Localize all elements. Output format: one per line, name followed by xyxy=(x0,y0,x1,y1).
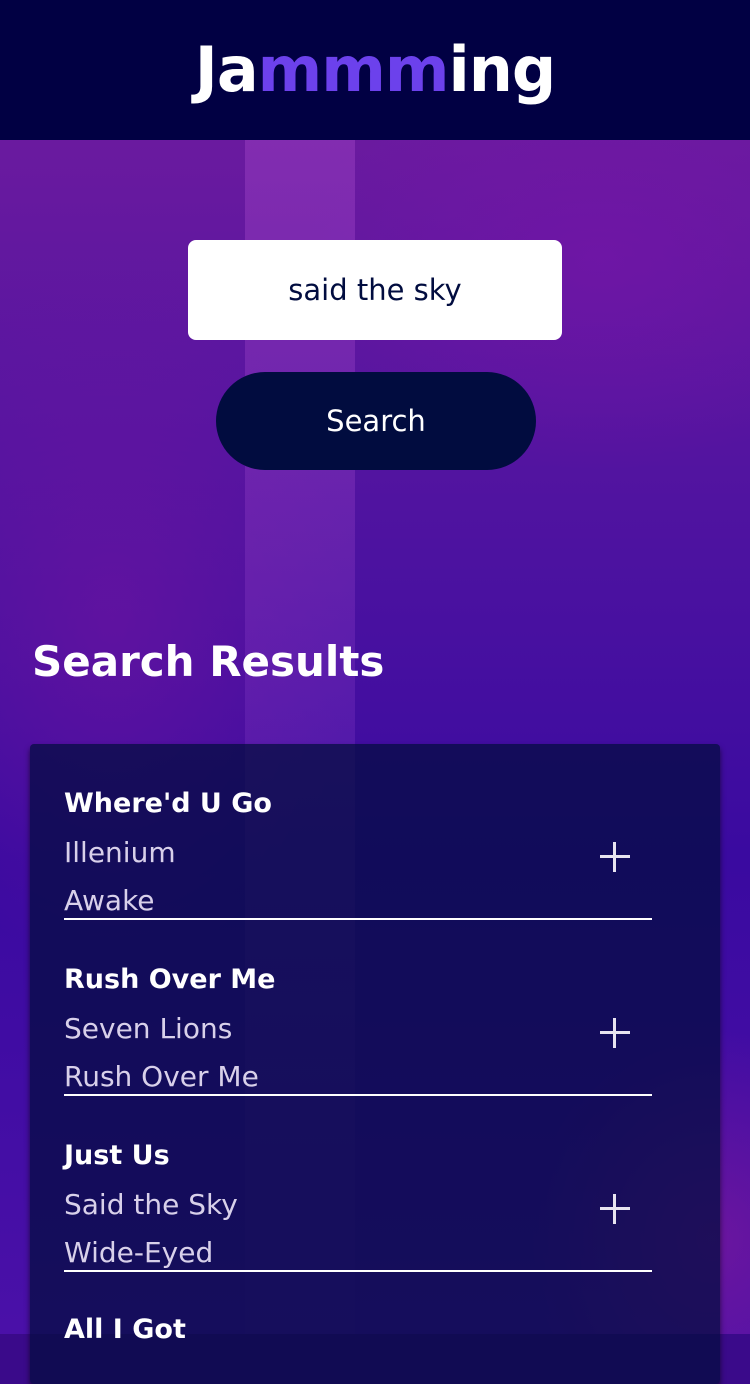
search-button[interactable]: Search xyxy=(216,372,536,470)
plus-icon[interactable] xyxy=(596,838,634,876)
track-artist: Seven Lions xyxy=(64,1012,233,1045)
track-name: Just Us xyxy=(64,1140,170,1171)
track-name: Where'd U Go xyxy=(64,788,272,819)
track-item: All I Got xyxy=(64,1270,652,1384)
track-item: Just Us Said the Sky Wide-Eyed xyxy=(64,1096,652,1272)
plus-icon[interactable] xyxy=(596,1014,634,1052)
track-album: Rush Over Me xyxy=(64,1060,259,1093)
logo-part-highlight: mmm xyxy=(257,33,450,106)
search-results-panel: Where'd U Go Illenium Awake Rush Over Me… xyxy=(30,744,720,1384)
track-album: Awake xyxy=(64,884,155,917)
track-artist: Said the Sky xyxy=(64,1188,238,1221)
search-input[interactable] xyxy=(188,240,562,340)
track-item: Where'd U Go Illenium Awake xyxy=(64,744,652,920)
track-name: All I Got xyxy=(64,1314,186,1345)
app-header: Jammming xyxy=(0,0,750,140)
logo-part-start: Ja xyxy=(194,33,259,106)
search-results-heading: Search Results xyxy=(32,637,385,686)
track-artist: Illenium xyxy=(64,836,176,869)
logo-part-end: ing xyxy=(448,33,556,106)
track-album: Wide-Eyed xyxy=(64,1236,214,1269)
plus-icon[interactable] xyxy=(596,1190,634,1228)
track-name: Rush Over Me xyxy=(64,964,276,995)
app-logo: Jammming xyxy=(195,39,556,101)
track-item: Rush Over Me Seven Lions Rush Over Me xyxy=(64,920,652,1096)
